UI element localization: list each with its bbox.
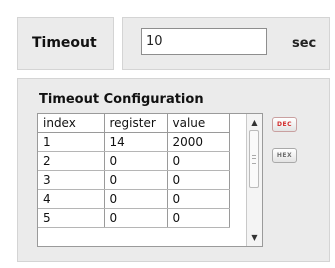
cell-value[interactable]: 0	[167, 189, 230, 209]
table-header-row: index register value	[38, 114, 230, 133]
hex-format-button[interactable]: HEX	[272, 148, 297, 163]
scroll-up-arrow-icon[interactable]: ▲	[247, 116, 262, 130]
cell-register[interactable]: 0	[104, 170, 168, 190]
cell-index: 1	[38, 132, 105, 152]
cell-index: 5	[38, 208, 105, 228]
timeout-unit-label: sec	[292, 36, 317, 51]
table-row[interactable]: 1 14 2000	[38, 132, 230, 152]
timeout-label: Timeout	[32, 35, 97, 51]
scroll-down-arrow-icon[interactable]: ▼	[247, 231, 262, 245]
cell-index: 4	[38, 189, 105, 209]
table-scrollbar[interactable]: ▲ ▼	[246, 114, 262, 246]
column-header-value[interactable]: value	[167, 114, 230, 133]
cell-value[interactable]: 0	[167, 208, 230, 228]
cell-value[interactable]: 0	[167, 170, 230, 190]
cell-register[interactable]: 14	[104, 132, 168, 152]
column-header-register[interactable]: register	[104, 114, 168, 133]
timeout-input-panel: sec	[122, 17, 330, 70]
config-table-container: index register value 1 14 2000 2 0 0 3 0…	[37, 113, 263, 247]
grip-icon	[252, 155, 256, 164]
config-table: index register value 1 14 2000 2 0 0 3 0…	[38, 114, 230, 228]
timeout-configuration-panel: Timeout Configuration index register val…	[17, 78, 330, 262]
config-title: Timeout Configuration	[39, 92, 204, 107]
cell-index: 3	[38, 170, 105, 190]
cell-register[interactable]: 0	[104, 189, 168, 209]
scrollbar-thumb[interactable]	[249, 130, 259, 188]
cell-register[interactable]: 0	[104, 208, 168, 228]
cell-value[interactable]: 0	[167, 151, 230, 171]
table-row[interactable]: 5 0 0	[38, 208, 230, 228]
cell-value[interactable]: 2000	[167, 132, 230, 152]
timeout-input[interactable]	[141, 28, 267, 55]
table-row[interactable]: 4 0 0	[38, 189, 230, 209]
cell-register[interactable]: 0	[104, 151, 168, 171]
column-header-index[interactable]: index	[38, 114, 105, 133]
table-row[interactable]: 2 0 0	[38, 151, 230, 171]
dec-format-button[interactable]: DEC	[272, 117, 297, 132]
cell-index: 2	[38, 151, 105, 171]
timeout-label-panel: Timeout	[17, 17, 114, 70]
table-row[interactable]: 3 0 0	[38, 170, 230, 190]
